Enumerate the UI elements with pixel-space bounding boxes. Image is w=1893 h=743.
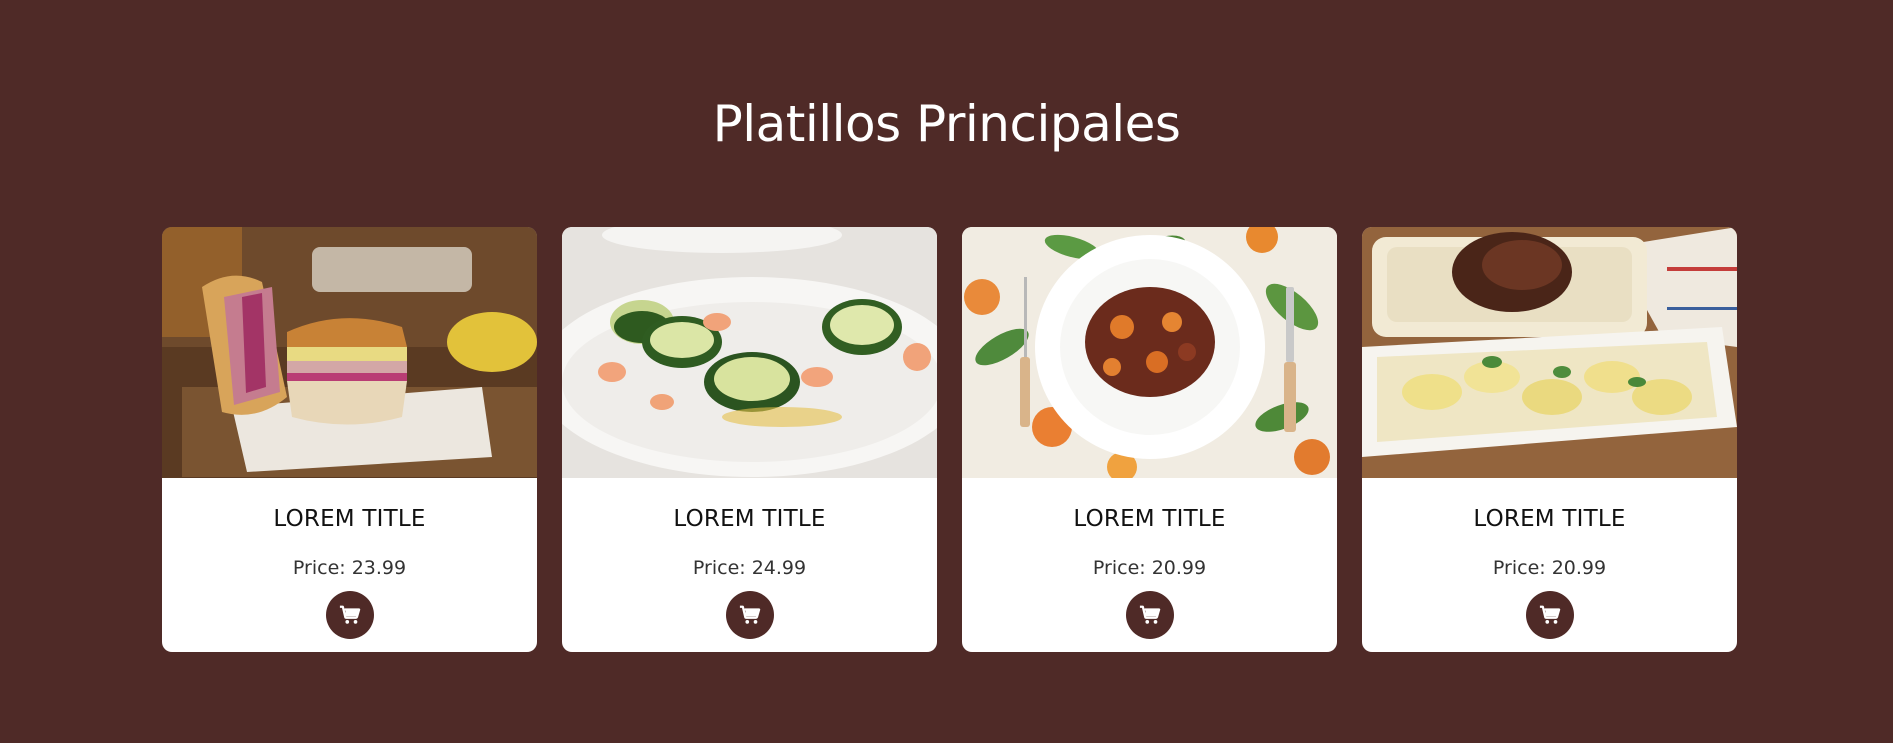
add-to-cart-button[interactable] (1526, 591, 1574, 639)
product-price: Price: 24.99 (692, 557, 807, 579)
product-card: LOREM TITLE Price: 24.99 (562, 227, 937, 652)
product-price: Price: 20.99 (1492, 557, 1607, 579)
cart-icon (1539, 605, 1561, 624)
product-image-beef-stew (962, 227, 1337, 478)
product-card: LOREM TITLE Price: 23.99 (162, 227, 537, 652)
product-title: LOREM TITLE (1473, 506, 1626, 532)
cart-icon (739, 605, 761, 624)
product-price: Price: 20.99 (1092, 557, 1207, 579)
product-image-chicken-potatoes (1362, 227, 1737, 478)
add-to-cart-button[interactable] (326, 591, 374, 639)
product-title: LOREM TITLE (673, 506, 826, 532)
product-title: LOREM TITLE (1073, 506, 1226, 532)
product-card: LOREM TITLE Price: 20.99 (962, 227, 1337, 652)
section-title: Platillos Principales (712, 95, 1181, 153)
cart-icon (1139, 605, 1161, 624)
cart-icon (339, 605, 361, 624)
product-card: LOREM TITLE Price: 20.99 (1362, 227, 1737, 652)
product-title: LOREM TITLE (273, 506, 426, 532)
add-to-cart-button[interactable] (1126, 591, 1174, 639)
product-price: Price: 23.99 (292, 557, 407, 579)
add-to-cart-button[interactable] (726, 591, 774, 639)
product-cards: LOREM TITLE Price: 23.99 LOREM TITLE Pri… (162, 227, 1737, 652)
product-image-sandwich (162, 227, 537, 478)
product-image-zucchini-rolls (562, 227, 937, 478)
